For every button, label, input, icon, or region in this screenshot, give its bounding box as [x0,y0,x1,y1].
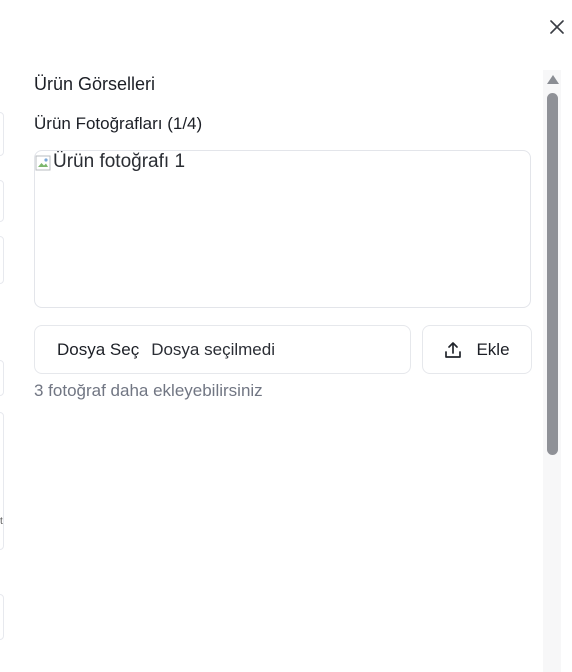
close-icon [550,20,564,34]
background-field-edge [0,112,4,156]
photo-preview-box: Ürün fotoğrafı 1 [34,150,531,308]
file-input[interactable]: Dosya Seç Dosya seçilmedi [34,325,411,374]
product-photo[interactable]: Ürün fotoğrafı 1 [35,151,185,173]
background-field-edge [0,236,4,284]
background-field-edge [0,360,4,396]
broken-image-icon [35,155,51,171]
background-field-edge [0,412,4,550]
section-title: Ürün Görselleri [34,74,156,94]
file-status-text: Dosya seçilmedi [151,339,275,359]
background-field-edge [0,180,4,222]
add-photo-button-label: Ekle [476,339,510,359]
upload-icon [445,341,462,358]
product-photo-alt-text: Ürün fotoğrafı 1 [53,151,186,172]
scrollbar-thumb[interactable] [547,93,558,455]
remaining-photos-hint: 3 fotoğraf daha ekleyebilirsiniz [34,381,263,400]
add-photo-button[interactable]: Ekle [422,325,532,374]
photos-label: Ürün Fotoğrafları (1/4) [34,114,203,133]
background-field-edge [0,594,4,640]
choose-file-button[interactable]: Dosya Seç [57,340,139,360]
background-partial-text: t [0,516,3,527]
scroll-up-arrow[interactable] [547,75,559,84]
product-images-dialog: t Ürün Görselleri Ürün Fotoğrafları (1/4… [0,0,572,672]
close-button[interactable] [544,14,570,40]
